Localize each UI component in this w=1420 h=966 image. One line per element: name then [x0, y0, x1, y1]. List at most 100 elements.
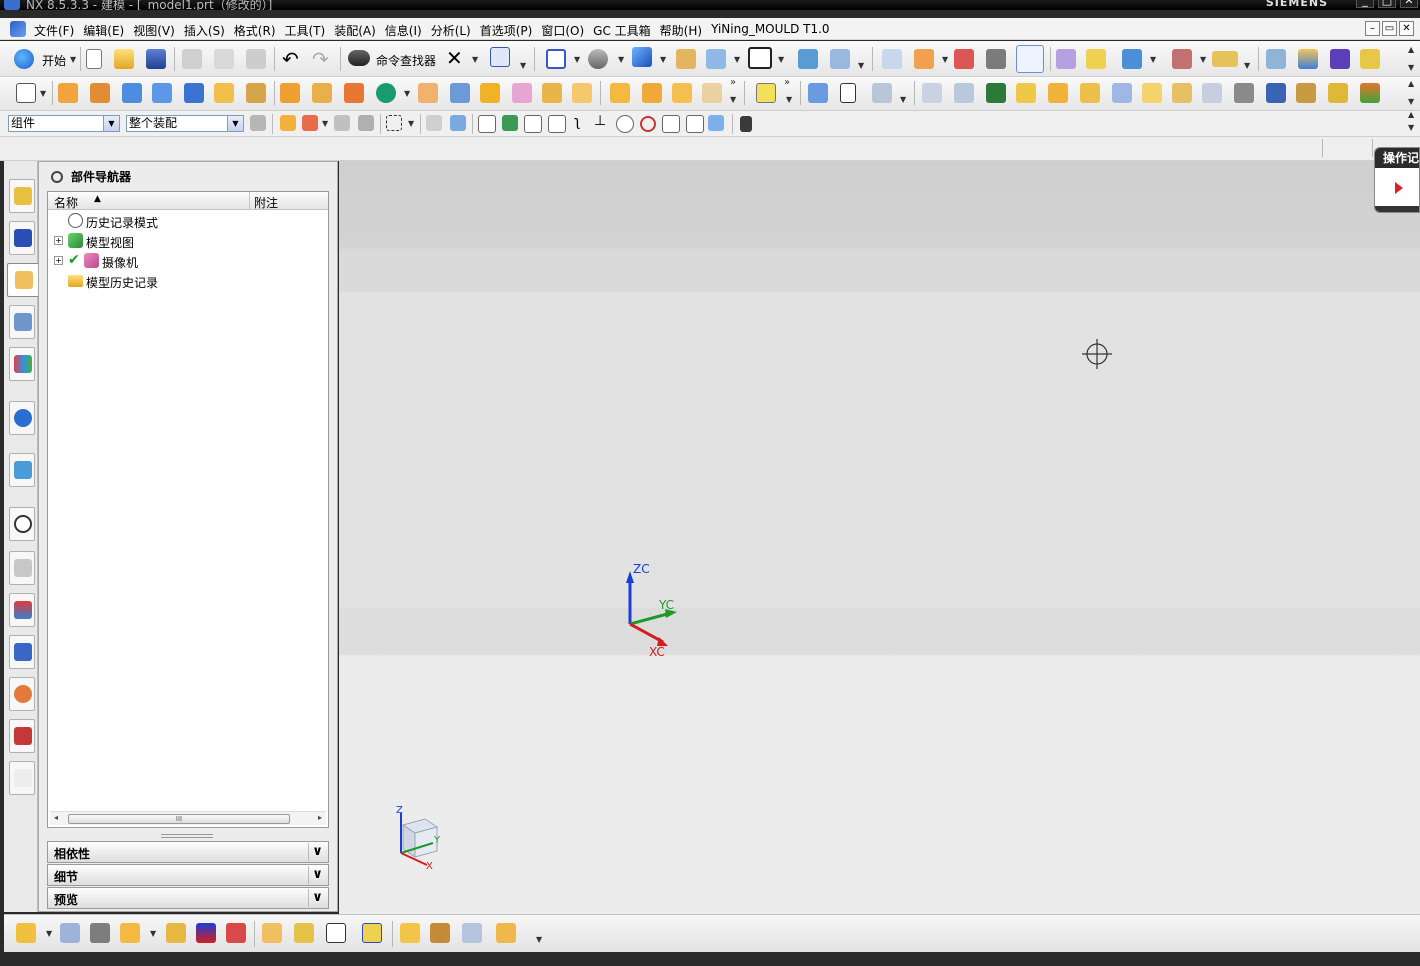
new-file-icon[interactable] [86, 49, 102, 69]
face-select-icon[interactable] [426, 115, 442, 131]
doc-minimize-button[interactable]: – [1365, 21, 1380, 36]
mold-icon-a[interactable] [808, 83, 828, 103]
snap-view-icon[interactable] [830, 49, 850, 69]
mold-icon-c[interactable] [872, 83, 892, 103]
resource-process-studio[interactable] [9, 551, 35, 585]
snap-existing-icon[interactable] [662, 115, 680, 133]
mold-icon-j[interactable] [1112, 83, 1132, 103]
mold-icon-o[interactable] [1266, 83, 1286, 103]
snap-point-icon[interactable] [478, 115, 496, 133]
snap-center-icon[interactable] [616, 115, 634, 133]
surface-icon-c[interactable] [672, 83, 692, 103]
resource-palette[interactable] [9, 719, 35, 753]
assembly-tool-b-icon[interactable] [60, 923, 80, 943]
explode-icon[interactable] [226, 923, 246, 943]
extrude-icon[interactable] [58, 83, 78, 103]
model-icon-b[interactable] [706, 49, 726, 69]
mold-icon-f[interactable] [986, 83, 1006, 103]
scroll-right-icon[interactable]: ▸ [318, 813, 322, 822]
assembly-tool-g-icon[interactable] [362, 923, 382, 943]
resource-history[interactable] [9, 453, 35, 487]
datum-plane-icon[interactable] [280, 83, 300, 103]
surface-icon-b[interactable] [642, 83, 662, 103]
chevron-down-icon[interactable]: ∨ [308, 866, 326, 884]
mold-icon-e[interactable] [954, 83, 974, 103]
start-button[interactable]: 开始 [42, 52, 66, 69]
expand-icon[interactable]: + [54, 236, 63, 245]
wcs-dynamic-icon[interactable] [954, 49, 974, 69]
resource-roles[interactable] [9, 635, 35, 669]
select-icon-d[interactable] [358, 115, 374, 131]
scroll-thumb[interactable]: III [68, 814, 290, 824]
sketch-icon[interactable] [16, 83, 36, 103]
mold-icon-m[interactable] [1202, 83, 1222, 103]
navigator-tree[interactable]: 名称 ▲ 附注 历史记录模式 + 模型视图 + ✔ 摄像机 模型历史记录 ◂ I… [47, 191, 329, 828]
close-button[interactable]: ✕ [1400, 0, 1418, 8]
hole-icon[interactable] [184, 83, 204, 103]
pocket-icon[interactable] [246, 83, 266, 103]
tree-row-cameras[interactable]: + ✔ 摄像机 [48, 251, 328, 271]
revolve-icon[interactable] [90, 83, 110, 103]
snap-endpoint-icon[interactable] [524, 115, 542, 133]
filter-settings-icon[interactable] [250, 115, 266, 131]
snap-icon-b[interactable] [1086, 49, 1106, 69]
resource-part-navigator[interactable] [7, 263, 39, 297]
menu-item-9[interactable]: 首选项(P) [480, 22, 542, 39]
edge-blend-icon[interactable] [480, 83, 500, 103]
measure-icon[interactable] [1172, 49, 1192, 69]
minimize-button[interactable]: _ [1356, 0, 1374, 8]
scroll-left-icon[interactable]: ◂ [54, 813, 58, 822]
snap-perp-icon[interactable]: ⊥ [594, 113, 606, 129]
copy-icon[interactable] [214, 49, 234, 69]
operations-panel[interactable]: 操作记 [1374, 147, 1420, 213]
menu-item-10[interactable]: 窗口(O) [541, 22, 593, 39]
snap-on-curve-icon[interactable] [686, 115, 704, 133]
resource-constraint-navigator[interactable] [9, 221, 35, 255]
info-icon[interactable] [490, 47, 510, 67]
body-select-icon[interactable] [450, 115, 466, 131]
shape-icon[interactable] [376, 83, 396, 103]
command-finder-button[interactable]: 命令查找器 [376, 52, 436, 69]
menu-item-4[interactable]: 格式(R) [234, 22, 285, 39]
paste-icon[interactable] [246, 49, 266, 69]
horizontal-scrollbar[interactable]: ◂ III ▸ [50, 811, 326, 825]
cancel-selection-icon[interactable]: ✕ [446, 46, 463, 70]
menu-item-1[interactable]: 编辑(E) [83, 22, 133, 39]
mold-icon-g[interactable] [1016, 83, 1036, 103]
boss-icon[interactable] [214, 83, 234, 103]
scope-filter-combo[interactable]: 整个装配 ▼ [126, 115, 244, 132]
graphics-window[interactable]: ZC YC XC Z Y X 操作记 [339, 147, 1420, 922]
resource-web-browser[interactable] [9, 401, 35, 435]
surface-icon-d[interactable] [702, 83, 722, 103]
column-name-header[interactable]: 名称 [54, 194, 78, 211]
start-icon[interactable] [14, 49, 34, 69]
resource-clock[interactable] [9, 507, 35, 541]
pattern-icon[interactable] [312, 83, 332, 103]
offset-icon[interactable] [572, 83, 592, 103]
chevron-down-icon[interactable]: ∨ [308, 889, 326, 907]
resource-assembly-navigator[interactable] [9, 179, 35, 213]
snap-midpoint-icon[interactable] [548, 115, 566, 133]
assembly-tool-f-icon[interactable] [326, 923, 346, 943]
resource-empty-slot[interactable] [9, 761, 35, 795]
mold-icon-h[interactable] [1048, 83, 1068, 103]
mold-icon-p[interactable] [1296, 83, 1316, 103]
chevron-down-icon[interactable]: ∨ [308, 843, 326, 861]
draft-icon[interactable] [450, 83, 470, 103]
expand-icon[interactable]: + [54, 256, 63, 265]
tree-row-model-history[interactable]: 模型历史记录 [48, 271, 328, 291]
menu-item-2[interactable]: 视图(V) [133, 22, 184, 39]
unite-icon[interactable] [344, 83, 364, 103]
mold-icon-q[interactable] [1328, 83, 1348, 103]
shell-icon[interactable] [542, 83, 562, 103]
doc-close-button[interactable]: ✕ [1399, 21, 1414, 36]
assembly-tool-d-icon[interactable] [262, 923, 282, 943]
snap-icon-c[interactable] [1122, 49, 1142, 69]
assembly-icon-a[interactable] [1266, 49, 1286, 69]
ruler-icon[interactable] [1212, 51, 1238, 67]
menu-item-0[interactable]: 文件(F) [34, 22, 83, 39]
undo-icon[interactable]: ↶ [282, 47, 299, 71]
panel-preview[interactable]: 预览 ∨ [47, 887, 329, 909]
block-icon[interactable] [122, 83, 142, 103]
resource-hd3d-tools[interactable] [9, 347, 35, 381]
